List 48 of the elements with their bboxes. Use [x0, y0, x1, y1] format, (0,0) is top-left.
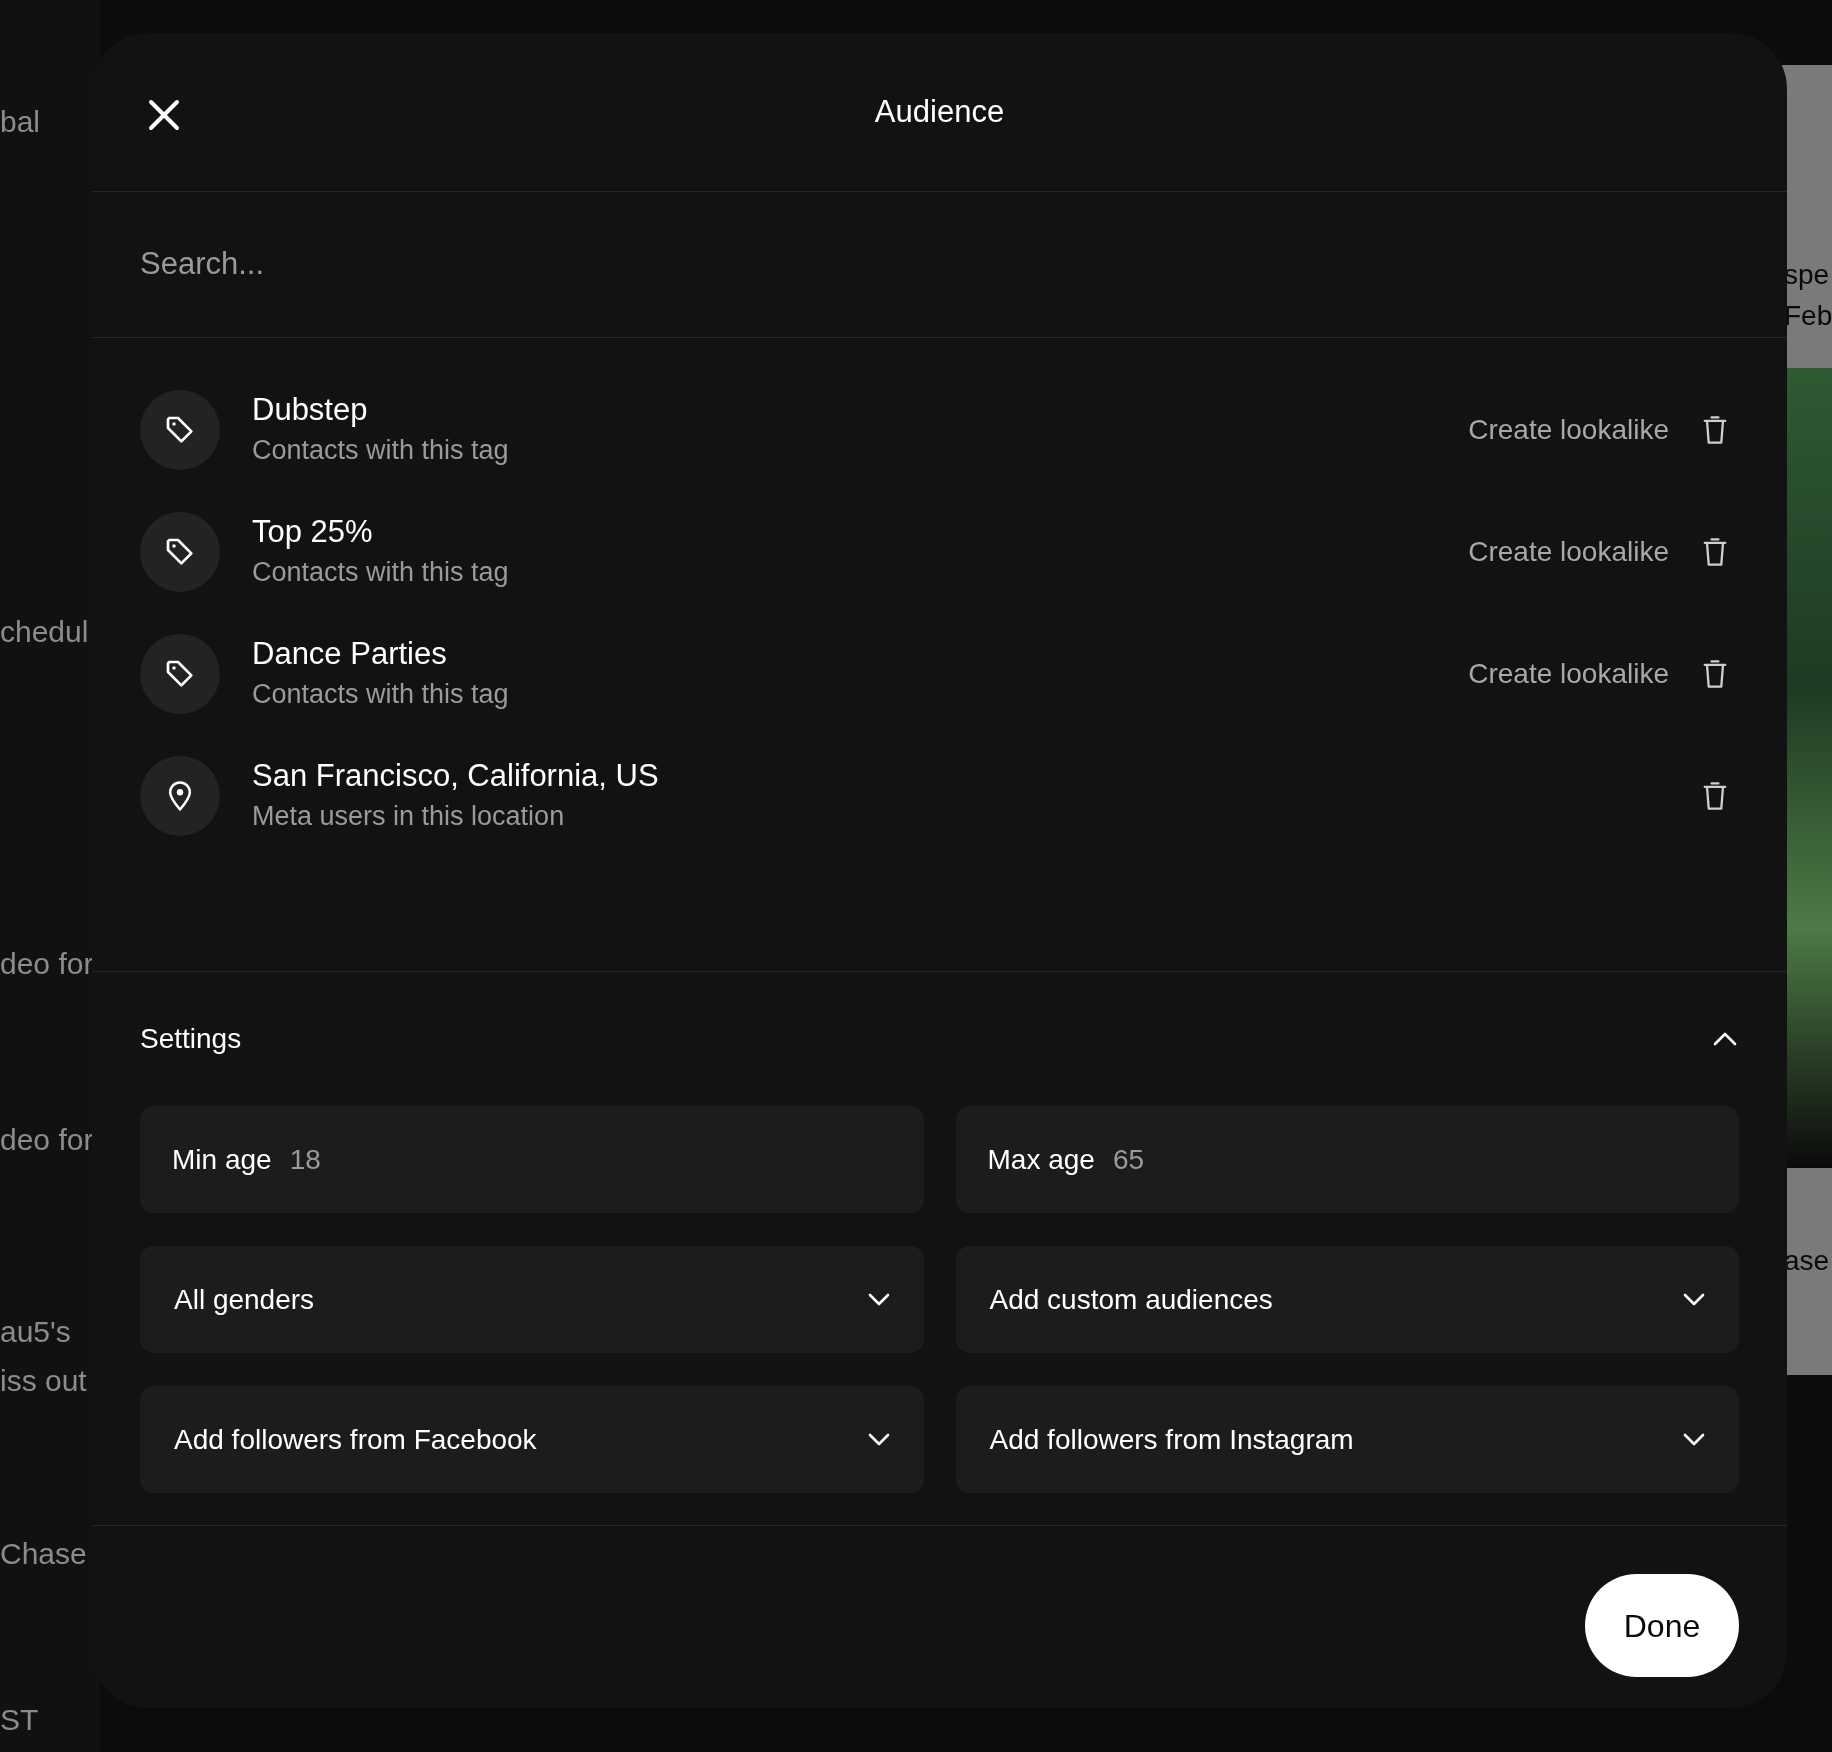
- trash-icon: [1702, 414, 1728, 446]
- audience-name: Dubstep: [252, 391, 369, 429]
- background-text: Chase: [0, 1536, 87, 1572]
- audience-name: Top 25%: [252, 513, 374, 551]
- dialog-title: Audience: [874, 92, 1005, 131]
- settings-heading: Settings: [140, 1022, 242, 1056]
- background-text: chedul: [0, 614, 89, 650]
- search-field[interactable]: Search...: [140, 241, 1739, 288]
- background-text: au5's: [0, 1314, 71, 1350]
- close-icon: [148, 99, 180, 131]
- tag-icon: [164, 536, 196, 568]
- audience-description: Meta users in this location: [252, 800, 566, 833]
- trash-icon: [1702, 780, 1728, 812]
- field-label: Min age: [172, 1142, 272, 1177]
- dropdown[interactable]: All genders: [140, 1246, 924, 1353]
- background-text: deo for: [0, 946, 94, 982]
- background-text: iss out: [0, 1363, 87, 1399]
- tag-icon: [164, 414, 196, 446]
- age-field[interactable]: Min age 18: [140, 1106, 924, 1213]
- chevron-down-icon: [1683, 1293, 1705, 1306]
- age-field[interactable]: Max age 65: [955, 1106, 1739, 1213]
- background-text: ST: [0, 1702, 39, 1738]
- chevron-down-icon: [867, 1433, 890, 1446]
- background-text: ase: [1784, 1244, 1830, 1278]
- audience-name: San Francisco, California, US: [252, 757, 660, 795]
- done-button[interactable]: Done: [1585, 1574, 1739, 1677]
- audience-description: Contacts with this tag: [252, 434, 510, 467]
- create-lookalike-button[interactable]: Create lookalike: [1468, 409, 1669, 451]
- field-label: Max age: [987, 1142, 1095, 1177]
- tag-icon: [164, 658, 196, 690]
- background-text: spe: [1784, 258, 1830, 292]
- field-value: 65: [1112, 1142, 1145, 1177]
- chevron-up-icon: [1713, 1032, 1737, 1046]
- field-value: 18: [289, 1142, 321, 1177]
- create-lookalike-button[interactable]: Create lookalike: [1468, 653, 1669, 695]
- background-text: bal: [0, 104, 41, 140]
- audience-description: Contacts with this tag: [252, 556, 510, 589]
- chevron-down-icon: [867, 1293, 890, 1306]
- trash-icon: [1702, 536, 1728, 568]
- audience-name: Dance Parties: [252, 635, 448, 673]
- trash-icon: [1702, 658, 1728, 690]
- audience-description: Contacts with this tag: [252, 678, 510, 711]
- dropdown[interactable]: Add custom audiences: [955, 1246, 1739, 1353]
- dropdown[interactable]: Add followers from Facebook: [140, 1386, 924, 1493]
- dropdown[interactable]: Add followers from Instagram: [955, 1386, 1739, 1493]
- chevron-down-icon: [1683, 1433, 1705, 1446]
- background-text: deo for: [0, 1122, 94, 1158]
- create-lookalike-button[interactable]: Create lookalike: [1468, 531, 1669, 573]
